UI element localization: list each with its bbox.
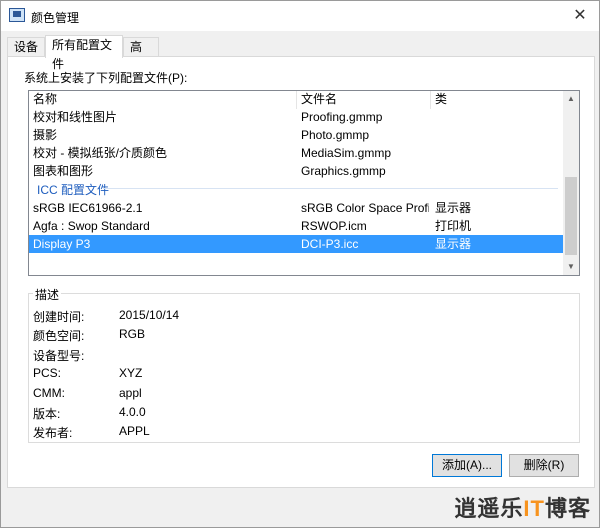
profile-filename: Photo.gmmp bbox=[301, 128, 370, 142]
profile-name: 摄影 bbox=[33, 128, 58, 142]
list-item[interactable]: Agfa : Swop Standard RSWOP.icm 打印机 bbox=[29, 217, 565, 235]
group-divider bbox=[103, 188, 558, 189]
list-item[interactable]: 校对和线性图片 Proofing.gmmp bbox=[29, 108, 565, 126]
list-item-selected[interactable]: Display P3 DCI-P3.icc 显示器 bbox=[29, 235, 565, 253]
profile-filename: MediaSim.gmmp bbox=[301, 146, 392, 160]
field-value: 4.0.0 bbox=[119, 405, 146, 419]
profile-filename: RSWOP.icm bbox=[301, 219, 367, 233]
field-label: 版本: bbox=[33, 407, 61, 421]
all-profiles-panel: 系统上安装了下列配置文件(P): 名称 文件名 类 校对和线性图片 Proofi… bbox=[7, 56, 595, 488]
remove-button[interactable]: 删除(R) bbox=[509, 454, 579, 477]
field-value: APPL bbox=[119, 424, 150, 438]
icc-profiles-group-header: ICC 配置文件 bbox=[37, 183, 110, 197]
monitor-icon bbox=[9, 8, 25, 22]
profile-name: sRGB IEC61966-2.1 bbox=[33, 201, 143, 215]
window-title: 颜色管理 bbox=[31, 11, 80, 25]
watermark-text-1: 逍遥乐 bbox=[454, 496, 524, 521]
field-label: 发布者: bbox=[33, 426, 73, 440]
column-header-filename[interactable]: 文件名 bbox=[297, 91, 431, 109]
profile-class: 显示器 bbox=[435, 201, 472, 215]
profile-name: Agfa : Swop Standard bbox=[33, 219, 150, 233]
field-label: 颜色空间: bbox=[33, 329, 85, 343]
close-button[interactable]: ✕ bbox=[565, 3, 595, 29]
profile-name: 图表和图形 bbox=[33, 164, 94, 178]
scrollbar-thumb[interactable] bbox=[565, 177, 577, 255]
profile-filename: Graphics.gmmp bbox=[301, 164, 386, 178]
color-management-window: 颜色管理 ✕ 设备 所有配置文件 高级 系统上安装了下列配置文件(P): 名称 … bbox=[0, 0, 600, 528]
profile-name: Display P3 bbox=[33, 237, 91, 251]
watermark-text-3: 博客 bbox=[544, 496, 591, 521]
field-label: 设备型号: bbox=[33, 349, 85, 363]
list-item[interactable]: 校对 - 模拟纸张/介质颜色 MediaSim.gmmp bbox=[29, 144, 565, 162]
field-label: CMM: bbox=[33, 386, 65, 400]
profile-filename: DCI-P3.icc bbox=[301, 237, 359, 251]
profile-class: 显示器 bbox=[435, 237, 472, 251]
profiles-listview[interactable]: 名称 文件名 类 校对和线性图片 Proofing.gmmp 摄影 Photo.… bbox=[28, 90, 580, 276]
tab-advanced[interactable]: 高级 bbox=[123, 37, 159, 73]
profile-filename: sRGB Color Space Profil... bbox=[301, 201, 429, 215]
profile-name: 校对和线性图片 bbox=[33, 110, 118, 124]
add-button[interactable]: 添加(A)... bbox=[432, 454, 502, 477]
field-value: 2015/10/14 bbox=[119, 308, 180, 322]
field-label: PCS: bbox=[33, 366, 62, 380]
field-label: 创建时间: bbox=[33, 310, 85, 324]
field-value: appl bbox=[119, 386, 142, 400]
description-title: 描述 bbox=[33, 286, 62, 303]
watermark-text-2: IT bbox=[523, 496, 545, 521]
description-groupbox: 描述 创建时间: 2015/10/14 颜色空间: RGB 设备型号: PCS:… bbox=[28, 286, 580, 443]
field-value: RGB bbox=[119, 327, 146, 341]
profile-filename: Proofing.gmmp bbox=[301, 110, 383, 124]
column-header-name[interactable]: 名称 bbox=[29, 91, 297, 109]
tab-devices[interactable]: 设备 bbox=[7, 37, 45, 57]
profile-name: 校对 - 模拟纸张/介质颜色 bbox=[33, 146, 167, 160]
vertical-scrollbar[interactable]: ▲ ▼ bbox=[563, 91, 579, 275]
list-item[interactable]: 图表和图形 Graphics.gmmp bbox=[29, 162, 565, 180]
list-header: 名称 文件名 类 bbox=[29, 91, 565, 109]
list-item[interactable]: sRGB IEC61966-2.1 sRGB Color Space Profi… bbox=[29, 199, 565, 217]
scroll-up-icon[interactable]: ▲ bbox=[563, 91, 579, 107]
column-header-class[interactable]: 类 bbox=[431, 91, 565, 109]
watermark-logo: 逍遥乐IT博客 bbox=[454, 495, 591, 523]
profile-class: 打印机 bbox=[435, 219, 472, 233]
tab-all-profiles[interactable]: 所有配置文件 bbox=[45, 35, 123, 71]
list-item[interactable]: 摄影 Photo.gmmp bbox=[29, 126, 565, 144]
title-bar: 颜色管理 ✕ bbox=[1, 1, 599, 31]
field-value: XYZ bbox=[119, 366, 143, 380]
profiles-list-caption: 系统上安装了下列配置文件(P): bbox=[24, 71, 188, 85]
scroll-down-icon[interactable]: ▼ bbox=[563, 259, 579, 275]
